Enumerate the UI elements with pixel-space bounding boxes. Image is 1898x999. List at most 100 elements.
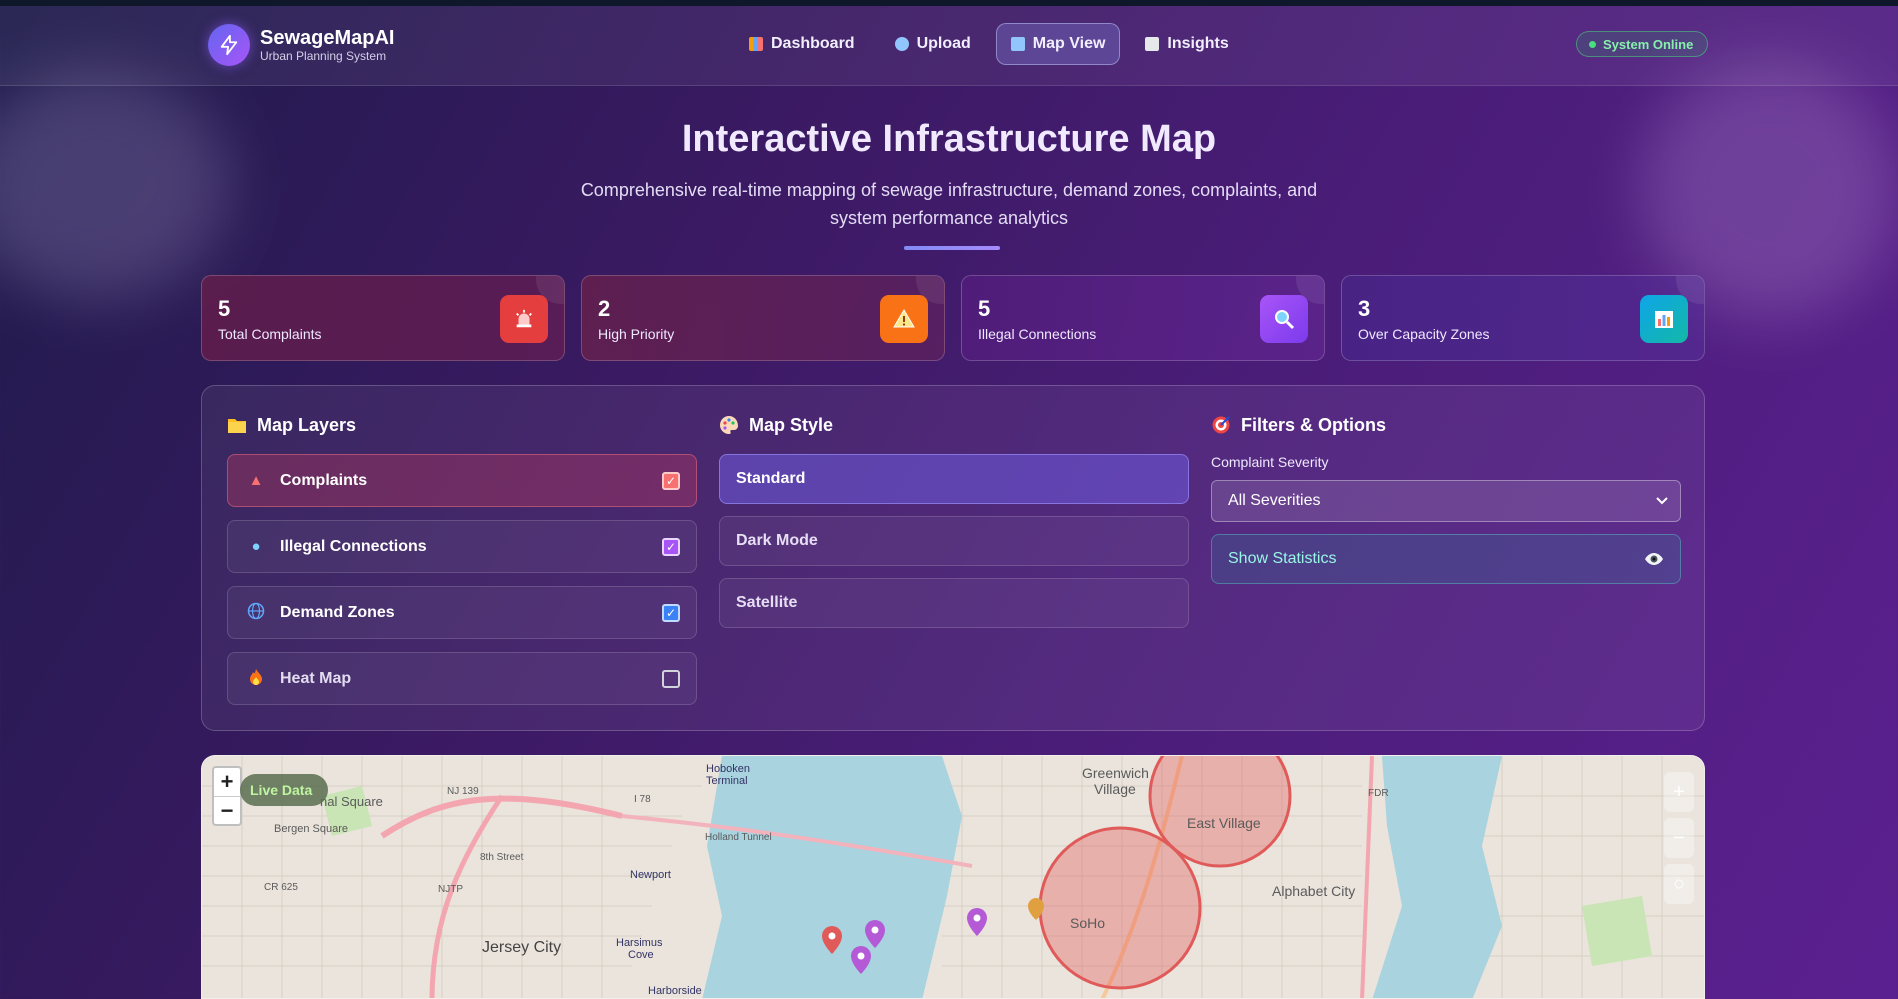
style-standard-button[interactable]: Standard bbox=[719, 454, 1189, 504]
nav-dashboard[interactable]: Dashboard bbox=[734, 23, 870, 65]
map-label-cr625: CR 625 bbox=[264, 882, 298, 893]
trend-icon bbox=[1145, 37, 1160, 51]
map-label-soho: SoHo bbox=[1070, 915, 1105, 931]
stat-label: Total Complaints bbox=[218, 326, 322, 342]
nav-upload[interactable]: Upload bbox=[880, 23, 986, 65]
stat-card-over-capacity[interactable]: 3 Over Capacity Zones bbox=[1341, 275, 1705, 361]
infrastructure-map[interactable]: Greenwich Village East Village Alphabet … bbox=[201, 755, 1705, 999]
brand-subtitle: Urban Planning System bbox=[260, 49, 387, 63]
filters-heading: Filters & Options bbox=[1211, 414, 1681, 436]
stat-label: High Priority bbox=[598, 326, 675, 342]
nav-dashboard-label: Dashboard bbox=[771, 35, 855, 52]
show-statistics-label: Show Statistics bbox=[1228, 550, 1337, 567]
map-label-greenwich: Greenwich bbox=[1082, 765, 1149, 781]
folder-icon bbox=[228, 419, 246, 433]
severity-label: Complaint Severity bbox=[1211, 454, 1329, 470]
warning-icon bbox=[880, 295, 928, 343]
layer-demand-zones[interactable]: Demand Zones ✓ bbox=[227, 586, 697, 639]
map-layers-title: Map Layers bbox=[257, 414, 357, 435]
navbar: SewageMapAI Urban Planning System Dashbo… bbox=[0, 6, 1898, 86]
map-label-fdr: FDR bbox=[1368, 788, 1389, 799]
map-label-alphabet-city: Alphabet City bbox=[1272, 883, 1355, 899]
style-dark-mode-button[interactable]: Dark Mode bbox=[719, 516, 1189, 566]
status-dot-icon bbox=[1589, 40, 1596, 48]
layer-label: Heat Map bbox=[280, 669, 352, 687]
stat-card-illegal-connections[interactable]: 5 Illegal Connections bbox=[961, 275, 1325, 361]
nav-map-view[interactable]: Map View bbox=[995, 23, 1121, 65]
severity-select-value: All Severities bbox=[1228, 492, 1321, 509]
system-status-badge: System Online bbox=[1576, 31, 1709, 57]
filters-title: Filters & Options bbox=[1241, 414, 1387, 435]
nav-upload-label: Upload bbox=[916, 35, 971, 52]
map-locate-icon[interactable]: ○ bbox=[1664, 864, 1694, 904]
map-label-i78: I 78 bbox=[634, 794, 651, 805]
map-label-terminal: Terminal bbox=[706, 775, 748, 787]
zoom-in-button[interactable]: + bbox=[214, 768, 240, 796]
globe-icon bbox=[246, 602, 266, 624]
map-label-newport: Newport bbox=[630, 869, 671, 881]
page-title: Interactive Infrastructure Map bbox=[681, 118, 1217, 160]
map-icon bbox=[1010, 37, 1025, 51]
layer-complaints[interactable]: ▲ Complaints ✓ bbox=[227, 454, 697, 507]
page-subtitle: Comprehensive real-time mapping of sewag… bbox=[580, 180, 1318, 228]
magnifier-icon: ● bbox=[251, 538, 261, 555]
map-label-holland-tunnel: Holland Tunnel bbox=[705, 832, 772, 843]
map-label-8th-street: 8th Street bbox=[480, 852, 524, 863]
stat-label: Over Capacity Zones bbox=[1358, 326, 1490, 342]
style-satellite-button[interactable]: Satellite bbox=[719, 578, 1189, 628]
layer-illegal-connections[interactable]: ● Illegal Connections ✓ bbox=[227, 520, 697, 573]
map-layers-section: Map Layers ▲ Complaints ✓ ● Illegal Conn… bbox=[227, 414, 697, 718]
map-label-nj139: NJ 139 bbox=[447, 786, 479, 797]
zoom-control: + − bbox=[212, 766, 242, 826]
siren-icon: ▲ bbox=[248, 472, 264, 489]
map-controls-panel: Map Layers ▲ Complaints ✓ ● Illegal Conn… bbox=[201, 385, 1705, 731]
layer-label: Illegal Connections bbox=[280, 537, 427, 555]
severity-select[interactable]: All Severities bbox=[1211, 480, 1681, 522]
map-label-harborside: Harborside bbox=[648, 985, 702, 997]
stats-row: 5 Total Complaints 2 High Priority 5 Ill… bbox=[201, 275, 1705, 361]
map-label-square: nal Square bbox=[320, 794, 383, 809]
map-style-heading: Map Style bbox=[719, 414, 1189, 436]
map-zoom-in-overlay-icon[interactable]: + bbox=[1664, 772, 1694, 812]
map-label-east-village: East Village bbox=[1187, 815, 1261, 831]
map-zoom-out-overlay-icon[interactable]: − bbox=[1664, 818, 1694, 858]
nav-map-view-label: Map View bbox=[1032, 35, 1106, 52]
stat-label: Illegal Connections bbox=[978, 326, 1097, 342]
stat-value: 3 bbox=[1358, 296, 1371, 321]
map-style-section: Map Style Standard Dark Mode Satellite bbox=[719, 414, 1189, 640]
zoom-out-button[interactable]: − bbox=[214, 796, 240, 824]
layer-complaints-checkbox[interactable]: ✓ bbox=[662, 472, 680, 490]
layer-label: Complaints bbox=[280, 471, 368, 489]
map-label-njtp: NJTP bbox=[438, 884, 463, 895]
nav-insights[interactable]: Insights bbox=[1130, 23, 1243, 65]
palette-icon bbox=[720, 416, 738, 434]
live-data-badge: Live Data bbox=[240, 774, 329, 806]
stat-value: 2 bbox=[598, 296, 611, 321]
bar-chart-icon bbox=[749, 37, 763, 51]
siren-icon bbox=[500, 295, 548, 343]
brand[interactable]: SewageMapAI Urban Planning System bbox=[208, 24, 394, 66]
map-label-harsimus: Harsimus bbox=[616, 937, 663, 949]
upload-icon bbox=[894, 37, 909, 51]
stat-card-high-priority[interactable]: 2 High Priority bbox=[581, 275, 945, 361]
brand-name: SewageMapAI bbox=[260, 27, 395, 49]
filters-section: Filters & Options Complaint Severity All… bbox=[1211, 414, 1681, 584]
layer-heat-map[interactable]: Heat Map bbox=[227, 652, 697, 705]
map-label-jersey-city: Jersey City bbox=[482, 939, 561, 956]
map-layers-heading: Map Layers bbox=[227, 414, 697, 436]
system-status-text: System Online bbox=[1603, 36, 1694, 52]
main-nav: Dashboard Upload Map View Insights bbox=[734, 23, 1244, 65]
chevron-down-icon bbox=[1656, 497, 1668, 505]
layer-demand-zones-checkbox[interactable]: ✓ bbox=[662, 604, 680, 622]
layer-heat-map-checkbox[interactable] bbox=[662, 670, 680, 688]
stat-card-total-complaints[interactable]: 5 Total Complaints bbox=[201, 275, 565, 361]
show-statistics-toggle[interactable]: Show Statistics bbox=[1211, 534, 1681, 584]
map-label-cove: Cove bbox=[628, 949, 654, 961]
eye-icon bbox=[1645, 553, 1663, 565]
stat-value: 5 bbox=[978, 296, 991, 321]
layer-illegal-connections-checkbox[interactable]: ✓ bbox=[662, 538, 680, 556]
background-glow-left bbox=[0, 70, 230, 300]
stat-value: 5 bbox=[218, 296, 231, 321]
bar-chart-icon bbox=[1640, 295, 1688, 343]
map-label-village: Village bbox=[1094, 781, 1136, 797]
